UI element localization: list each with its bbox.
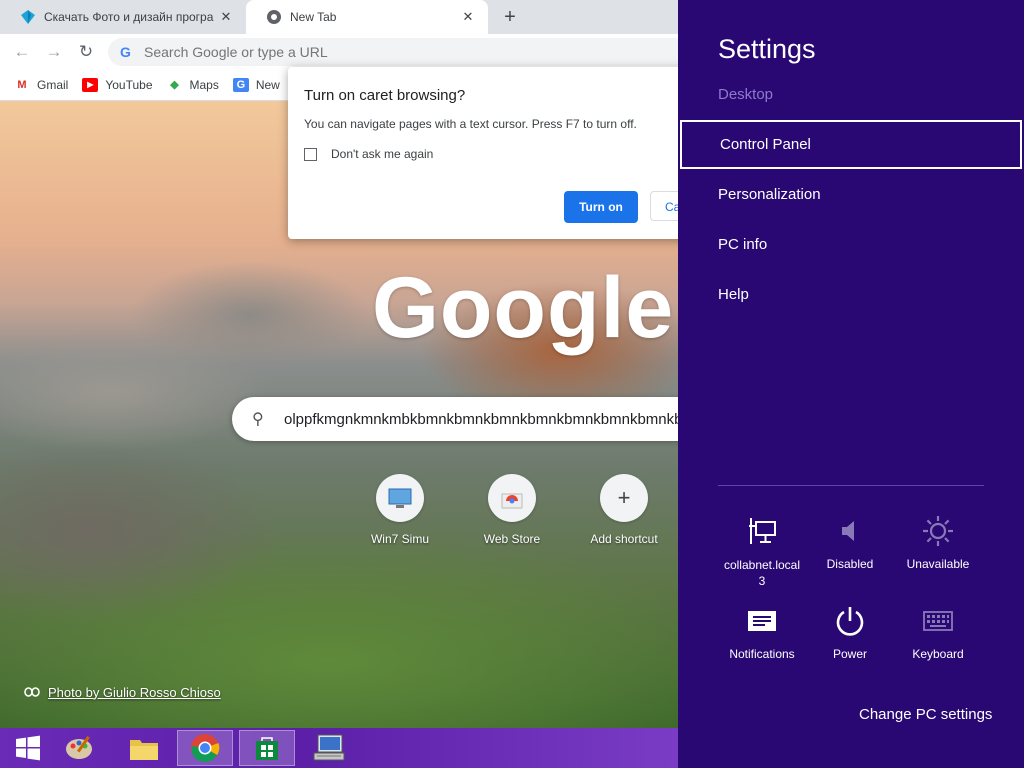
browser-toolbar: ← → ↻ G bbox=[0, 34, 678, 70]
volume-tile[interactable]: Disabled bbox=[806, 513, 894, 571]
link-icon bbox=[24, 684, 40, 700]
tab-strip: Скачать Фото и дизайн програм ✕ New Tab … bbox=[0, 0, 678, 34]
tab-new-tab[interactable]: New Tab ✕ bbox=[246, 0, 488, 34]
shortcut-web-store[interactable]: Web Store bbox=[462, 474, 562, 546]
shortcut-win7-simu[interactable]: Win7 Simu bbox=[350, 474, 450, 546]
volume-icon bbox=[806, 513, 894, 549]
brightness-icon bbox=[894, 513, 982, 549]
maps-icon: ◆ bbox=[166, 78, 183, 92]
shortcut-label: Add shortcut bbox=[590, 532, 658, 546]
dont-ask-again-checkbox[interactable]: Don't ask me again bbox=[304, 147, 433, 161]
network-tile[interactable]: collabnet.local 3 bbox=[718, 513, 806, 589]
settings-item-control-panel[interactable]: Control Panel bbox=[680, 120, 1022, 169]
bookmark-label: New bbox=[255, 78, 280, 92]
settings-item-help[interactable]: Help bbox=[718, 286, 749, 303]
settings-item-personalization[interactable]: Personalization bbox=[718, 186, 821, 203]
photo-credit-text: Photo by Giulio Rosso Chioso bbox=[48, 684, 221, 700]
ntp-search-box[interactable]: ⚲ olppfkmgnkmnkmbkbmnkbmnkbmnkbmnkbmnkbm… bbox=[232, 397, 678, 441]
tile-label: Power bbox=[832, 647, 867, 661]
tile-label: Unavailable bbox=[906, 557, 970, 571]
forward-button[interactable]: → bbox=[42, 40, 66, 64]
news-icon: G bbox=[232, 78, 249, 92]
settings-charm: Settings Desktop Control Panel Personali… bbox=[678, 0, 1024, 768]
reload-button[interactable]: ↻ bbox=[74, 40, 98, 64]
google-g-icon: G bbox=[120, 44, 131, 60]
photo-credit-link[interactable]: Photo by Giulio Rosso Chioso bbox=[24, 684, 221, 700]
notifications-tile[interactable]: Notifications bbox=[718, 603, 806, 661]
shortcut-label: Win7 Simu bbox=[370, 532, 429, 546]
dialog-title: Turn on caret browsing? bbox=[304, 87, 466, 104]
gmail-icon: M bbox=[14, 78, 30, 92]
chrome-icon bbox=[191, 734, 220, 762]
start-button[interactable] bbox=[0, 730, 56, 766]
power-tile[interactable]: Power bbox=[806, 603, 894, 661]
tile-label: Disabled bbox=[826, 557, 874, 571]
brightness-tile[interactable]: Unavailable bbox=[894, 513, 982, 571]
power-icon bbox=[806, 603, 894, 639]
bookmark-label: Gmail bbox=[37, 78, 69, 92]
settings-item-desktop: Desktop bbox=[718, 86, 774, 103]
taskbar bbox=[0, 728, 678, 768]
remote-desktop-icon bbox=[313, 734, 345, 761]
taskbar-remote-desktop[interactable] bbox=[301, 730, 357, 766]
turn-on-button[interactable]: Turn on bbox=[564, 191, 638, 223]
settings-item-pc-info[interactable]: PC info bbox=[718, 236, 767, 253]
tile-label: Keyboard bbox=[912, 647, 964, 661]
back-button[interactable]: ← bbox=[10, 40, 34, 64]
bookmark-news[interactable]: G New bbox=[232, 78, 280, 92]
tab-label: Скачать Фото и дизайн програм bbox=[44, 10, 214, 24]
taskbar-store[interactable] bbox=[239, 730, 295, 766]
taskbar-chrome[interactable] bbox=[177, 730, 233, 766]
notifications-icon bbox=[718, 603, 806, 639]
folder-icon bbox=[130, 740, 158, 760]
google-logo: Google bbox=[372, 260, 675, 356]
caret-browsing-dialog: Turn on caret browsing? You can navigate… bbox=[288, 67, 678, 239]
store-icon bbox=[256, 737, 278, 760]
paint-palette-icon bbox=[66, 736, 92, 759]
bookmark-label: YouTube bbox=[105, 78, 153, 92]
bookmark-label: Maps bbox=[189, 78, 219, 92]
settings-divider bbox=[718, 485, 984, 486]
bookmark-maps[interactable]: ◆ Maps bbox=[166, 78, 219, 92]
dialog-body: You can navigate pages with a text curso… bbox=[304, 117, 637, 131]
shortcut-add[interactable]: + Add shortcut bbox=[574, 474, 674, 546]
chrome-favicon-icon bbox=[267, 10, 281, 24]
search-icon: ⚲ bbox=[252, 411, 264, 428]
tab-photo-design[interactable]: Скачать Фото и дизайн програм ✕ bbox=[0, 0, 246, 34]
taskbar-file-explorer[interactable] bbox=[116, 730, 172, 766]
change-pc-settings-link[interactable]: Change PC settings bbox=[859, 706, 992, 723]
win7-simu-icon bbox=[376, 474, 424, 522]
address-bar[interactable]: G bbox=[108, 38, 678, 66]
tab-label: New Tab bbox=[290, 10, 337, 24]
taskbar-paint[interactable] bbox=[52, 730, 108, 766]
bookmark-gmail[interactable]: M Gmail bbox=[14, 78, 68, 92]
web-store-icon bbox=[488, 474, 536, 522]
new-tab-button[interactable]: + bbox=[498, 5, 522, 29]
shortcut-label: Web Store bbox=[483, 532, 541, 546]
cancel-button[interactable]: Ca bbox=[650, 191, 678, 221]
checkbox-label: Don't ask me again bbox=[331, 147, 434, 161]
bookmark-youtube[interactable]: ▶ YouTube bbox=[82, 78, 153, 92]
search-query-text[interactable]: olppfkmgnkmnkmbkbmnkbmnkbmnkbmnkbmnkbmnk… bbox=[284, 411, 678, 428]
tile-label: collabnet.local 3 bbox=[723, 558, 801, 588]
tile-label: Notifications bbox=[729, 647, 795, 661]
settings-title: Settings bbox=[718, 34, 816, 64]
youtube-icon: ▶ bbox=[82, 78, 99, 92]
network-icon bbox=[718, 513, 806, 549]
keyboard-tile[interactable]: Keyboard bbox=[894, 603, 982, 661]
site-favicon-icon bbox=[21, 10, 35, 24]
windows-logo-icon bbox=[16, 735, 40, 761]
close-tab-icon[interactable]: ✕ bbox=[214, 9, 238, 25]
keyboard-icon bbox=[894, 603, 982, 639]
close-tab-icon[interactable]: ✕ bbox=[456, 9, 480, 25]
chrome-window: Скачать Фото и дизайн програм ✕ New Tab … bbox=[0, 0, 678, 728]
omnibox-input[interactable] bbox=[142, 43, 546, 61]
checkbox-box[interactable] bbox=[304, 147, 317, 161]
plus-icon: + bbox=[600, 474, 648, 522]
